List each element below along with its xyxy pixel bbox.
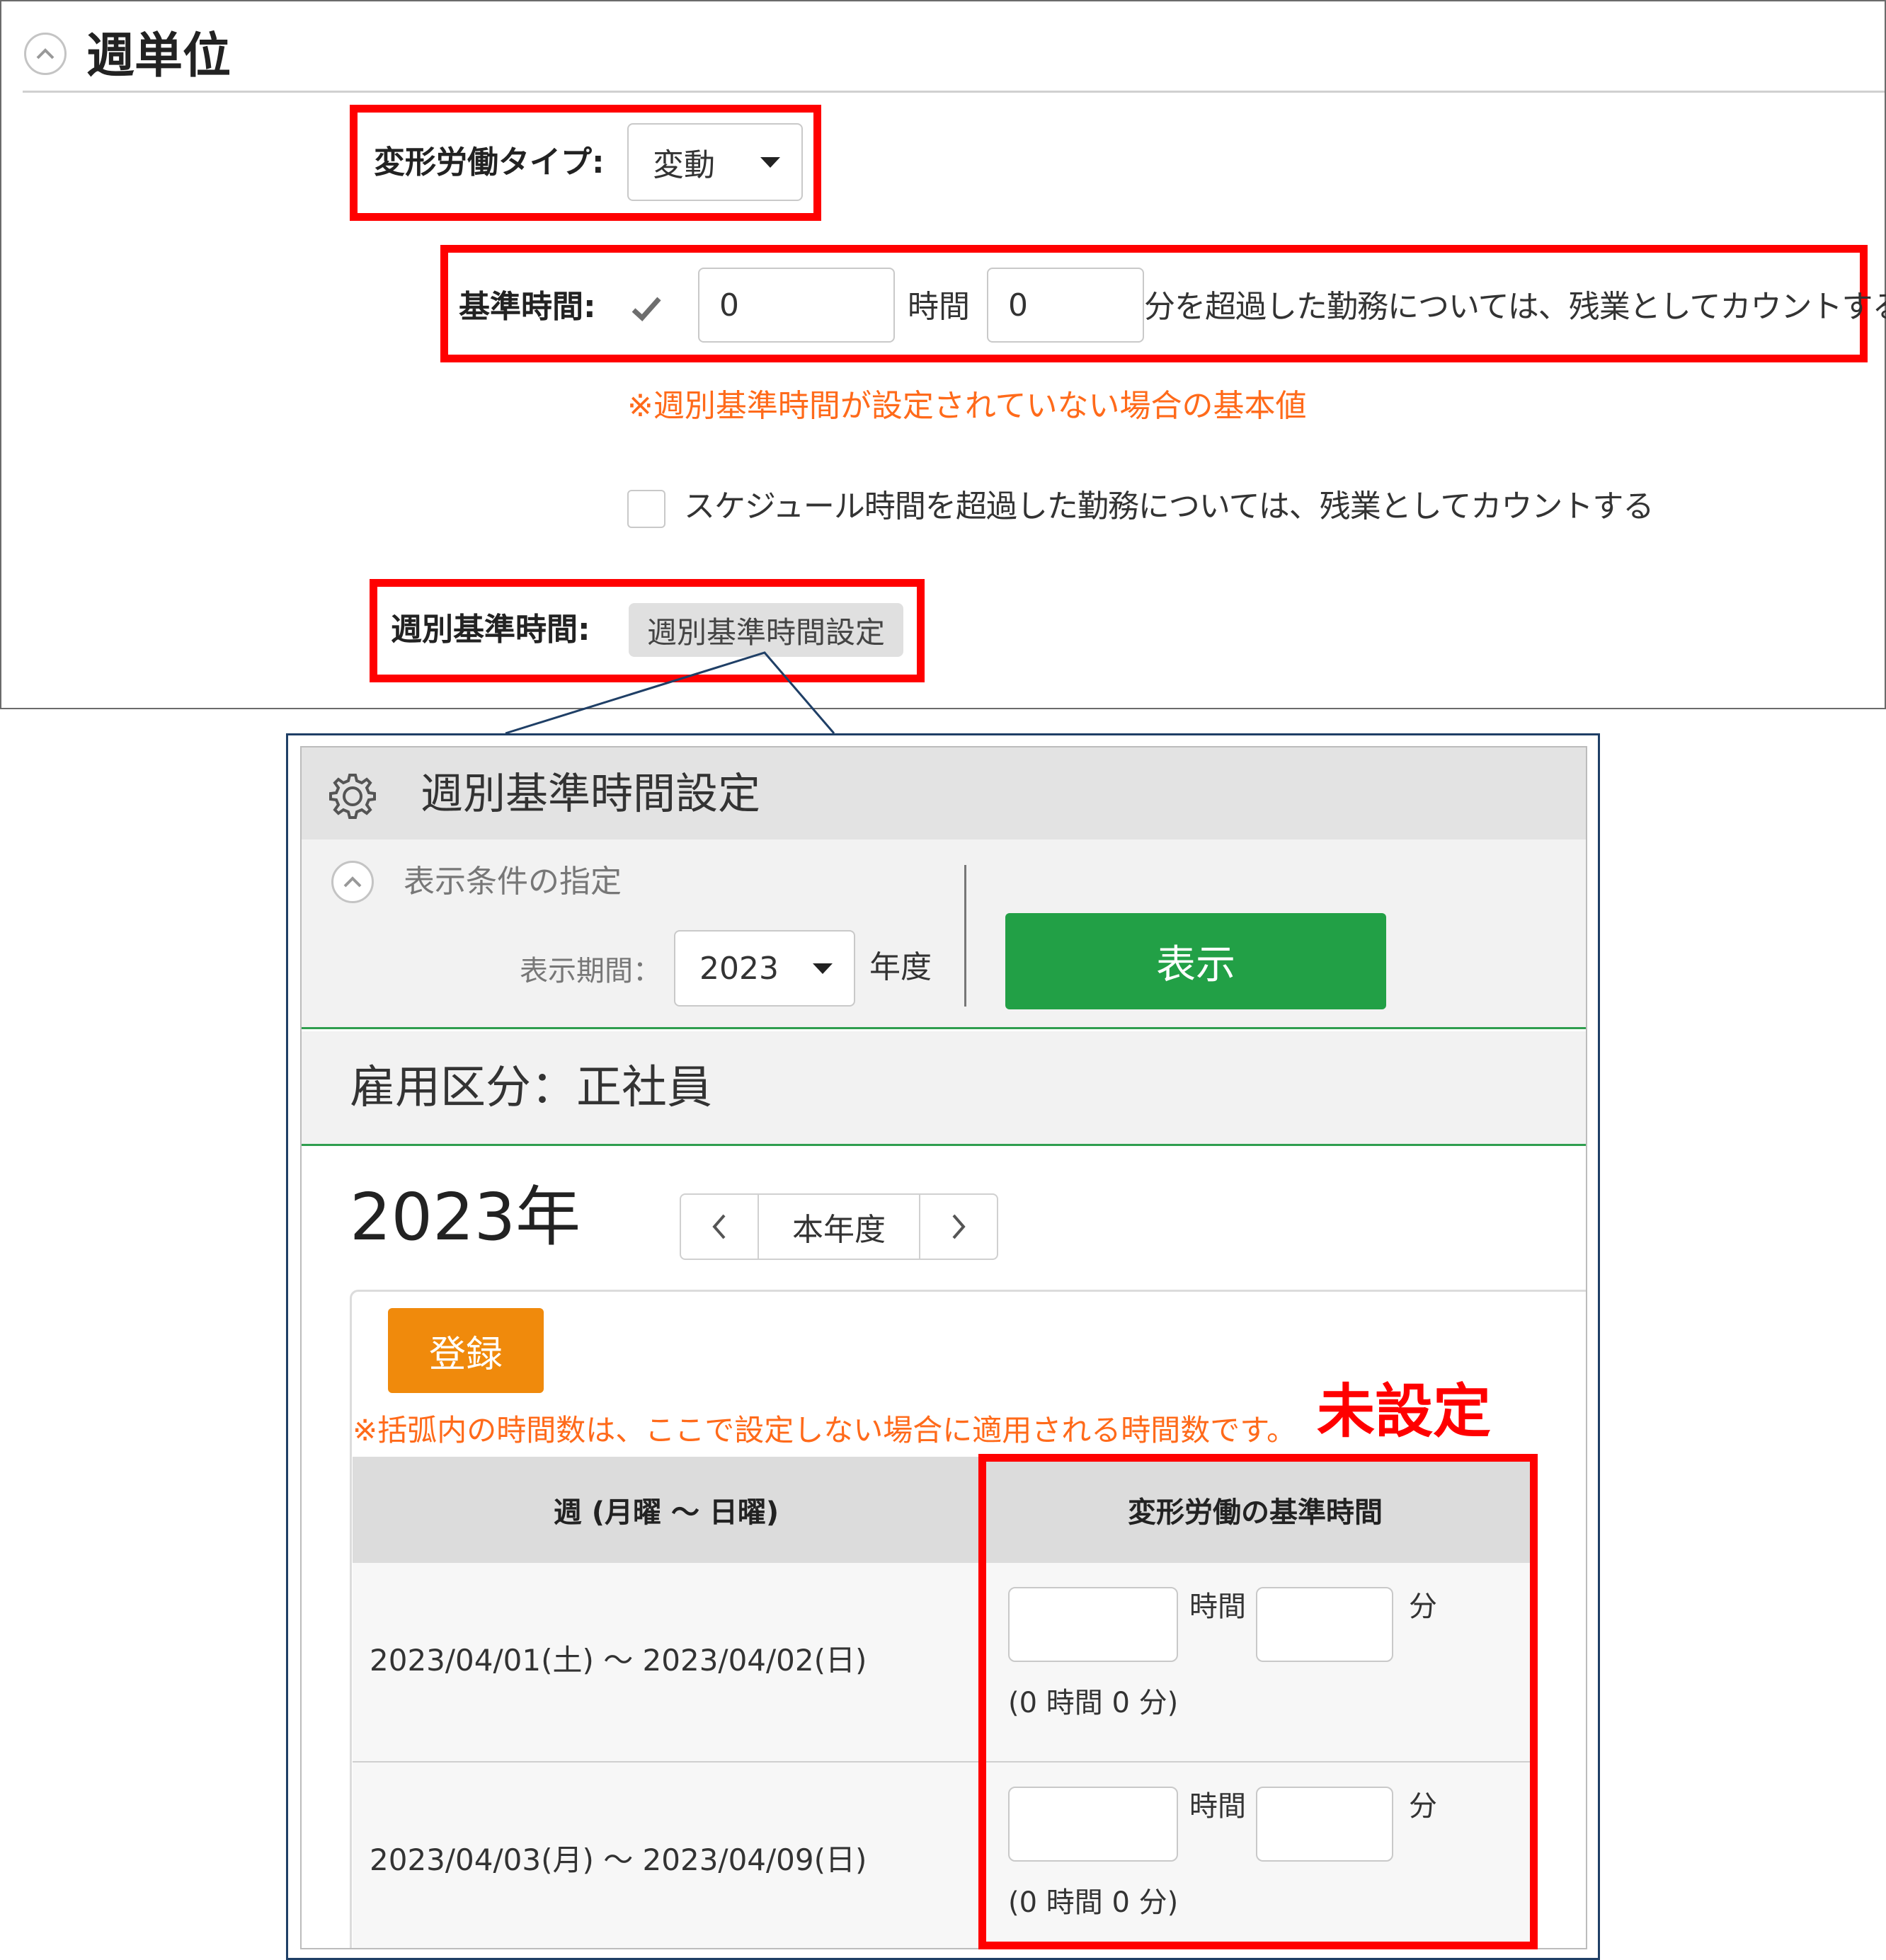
base-hours-unit: 時間 <box>908 289 970 325</box>
chevron-right-icon <box>952 1214 966 1239</box>
base-time-checkbox[interactable] <box>627 290 665 328</box>
base-minutes-input[interactable]: 0 <box>987 268 1144 343</box>
section-title: 週単位 <box>86 28 232 84</box>
this-year-button[interactable]: 本年度 <box>758 1195 920 1259</box>
base-minutes-value: 0 <box>1008 287 1028 323</box>
dropdown-caret-icon <box>760 156 780 168</box>
year-select-value: 2023 <box>699 950 779 987</box>
year-heading: 2023年 <box>350 1179 581 1255</box>
variable-type-select[interactable]: 変動 <box>627 123 803 201</box>
weekly-settings-panel: 週単位 変形労働タイプ: 変動 基準時間: 0 時間 0 分を超過した勤務につい… <box>0 0 1886 709</box>
register-button[interactable]: 登録 <box>388 1308 544 1393</box>
conditions-label: 表示条件の指定 <box>404 864 622 900</box>
base-time-note: ※週別基準時間が設定されていない場合の基本値 <box>627 388 1307 424</box>
show-button[interactable]: 表示 <box>1005 913 1386 1009</box>
table-note: ※括弧内の時間数は、ここで設定しない場合に適用される時間数です。 <box>353 1413 1296 1448</box>
chevron-up-icon[interactable] <box>331 861 374 903</box>
variable-type-label: 変形労働タイプ: <box>374 144 605 180</box>
base-time-suffix: 分を超過した勤務については、残業としてカウントする <box>1144 289 1886 325</box>
year-select[interactable]: 2023 <box>674 930 855 1007</box>
period-label: 表示期間： <box>520 955 661 987</box>
weekly-base-label: 週別基準時間: <box>391 612 590 648</box>
variable-type-value: 変動 <box>653 147 715 183</box>
fiscal-year-suffix: 年度 <box>869 949 932 985</box>
unset-annotation: 未設定 <box>1317 1378 1492 1445</box>
base-hours-value: 0 <box>719 287 739 323</box>
employment-type: 雇用区分：正社員 <box>350 1062 712 1114</box>
display-conditions: 表示条件の指定 表示期間： 2023 年度 表示 <box>302 839 1586 1029</box>
chevron-up-icon[interactable] <box>24 33 67 75</box>
check-icon <box>631 297 661 321</box>
schedule-overtime-label: スケジュール時間を超過した勤務については、残業としてカウントする <box>684 488 1654 525</box>
weekly-base-settings-button[interactable]: 週別基準時間設定 <box>629 603 903 657</box>
schedule-overtime-checkbox[interactable] <box>627 490 665 528</box>
conditions-divider <box>964 865 966 1007</box>
base-hours-input[interactable]: 0 <box>698 268 895 343</box>
week-range: 2023/04/03(月) ～ 2023/04/09(日) <box>370 1842 867 1877</box>
base-time-label: 基準時間: <box>459 289 596 325</box>
dropdown-caret-icon <box>813 963 833 974</box>
title-divider <box>23 91 1885 93</box>
prev-year-button[interactable] <box>681 1195 758 1259</box>
year-navigation: 本年度 <box>680 1193 998 1260</box>
unset-highlight <box>978 1454 1538 1949</box>
header-week: 週 (月曜 ～ 日曜) <box>353 1457 980 1563</box>
chevron-left-icon <box>712 1214 726 1239</box>
employment-type-bar: 雇用区分：正社員 <box>302 1031 1586 1146</box>
week-range: 2023/04/01(土) ～ 2023/04/02(日) <box>370 1643 867 1678</box>
dialog-header: 週別基準時間設定 <box>302 747 1586 839</box>
dialog-title: 週別基準時間設定 <box>421 769 760 819</box>
next-year-button[interactable] <box>920 1195 997 1259</box>
gear-icon <box>329 774 376 819</box>
